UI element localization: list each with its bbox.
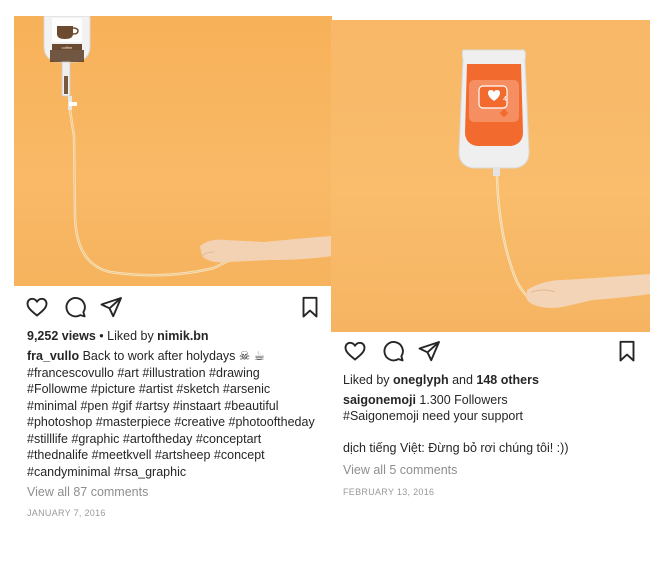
heart-icon[interactable] xyxy=(343,339,367,363)
instagram-post-left: coffee 9,252 views • Liked by nimik.bn f… xyxy=(0,0,332,572)
view-all-comments-link[interactable]: View all 5 comments xyxy=(343,462,643,478)
view-count: 9,252 views xyxy=(27,329,96,343)
instagram-post-right: 4 Liked by oneglyph and 148 others saigo… xyxy=(331,0,660,572)
comment-icon[interactable] xyxy=(63,295,87,319)
share-icon[interactable] xyxy=(417,339,441,363)
comment-icon[interactable] xyxy=(381,339,405,363)
post-date: JANUARY 7, 2016 xyxy=(27,508,106,518)
hashtag-line[interactable]: #photoshop #masterpiece #creative #photo… xyxy=(27,414,327,431)
bookmark-icon[interactable] xyxy=(298,295,322,319)
liked-by-and: and xyxy=(448,373,477,387)
notification-iv-illustration: 4 xyxy=(458,49,650,308)
hashtag-line[interactable]: #Saigonemoji need your support xyxy=(343,408,643,424)
views-and-likes: 9,252 views • Liked by nimik.bn xyxy=(27,328,209,344)
heart-icon[interactable] xyxy=(25,295,49,319)
post-caption: fra_vullo Back to work after holydays ☠ … xyxy=(27,348,327,480)
hashtag-line[interactable]: #stilllife #graphic #artoftheday #concep… xyxy=(27,431,327,448)
followers-text: 1.300 Followers xyxy=(415,393,508,407)
post-image-coffee-iv-bag[interactable]: coffee xyxy=(14,16,332,286)
hashtag-line[interactable]: #candyminimal #rsa_graphic xyxy=(27,464,327,481)
separator: • xyxy=(95,329,108,343)
hashtag-line[interactable]: #Followme #picture #artist #sketch #arse… xyxy=(27,381,327,398)
share-icon[interactable] xyxy=(99,295,123,319)
hashtag-line[interactable]: #thednalife #meetkvell #artsheep #concep… xyxy=(27,447,327,464)
liked-by-prefix: Liked by xyxy=(343,373,394,387)
post-actions xyxy=(25,295,322,321)
liked-by-user[interactable]: oneglyph xyxy=(393,373,449,387)
caption-text: Back to work after holydays ☠ ☕ xyxy=(79,349,265,363)
hashtag-line[interactable]: #minimal #pen #gif #artsy #instaart #bea… xyxy=(27,398,327,415)
post-actions xyxy=(343,339,639,365)
bookmark-icon[interactable] xyxy=(615,339,639,363)
author-username[interactable]: fra_vullo xyxy=(27,349,79,363)
bag-label: coffee xyxy=(62,45,74,50)
liked-by-others[interactable]: 148 others xyxy=(476,373,539,387)
view-all-comments-link[interactable]: View all 87 comments xyxy=(27,484,148,500)
post-date: FEBRUARY 13, 2016 xyxy=(343,487,435,497)
liked-by-prefix: Liked by xyxy=(107,329,158,343)
liked-by-user[interactable]: nimik.bn xyxy=(157,329,208,343)
post-image-emoji-iv-bag[interactable]: 4 xyxy=(331,20,650,332)
caption-line: saigonemoji 1.300 Followers xyxy=(343,392,643,408)
translation-comment: dịch tiếng Việt: Đừng bỏ rơi chúng tôi! … xyxy=(343,441,569,455)
liked-by: Liked by oneglyph and 148 others xyxy=(343,372,643,388)
hashtag-line[interactable]: #francescovullo #art #illustration #draw… xyxy=(27,365,327,382)
notification-count: 4 xyxy=(503,96,507,103)
coffee-iv-illustration: coffee xyxy=(43,16,332,277)
author-username[interactable]: saigonemoji xyxy=(343,393,416,407)
